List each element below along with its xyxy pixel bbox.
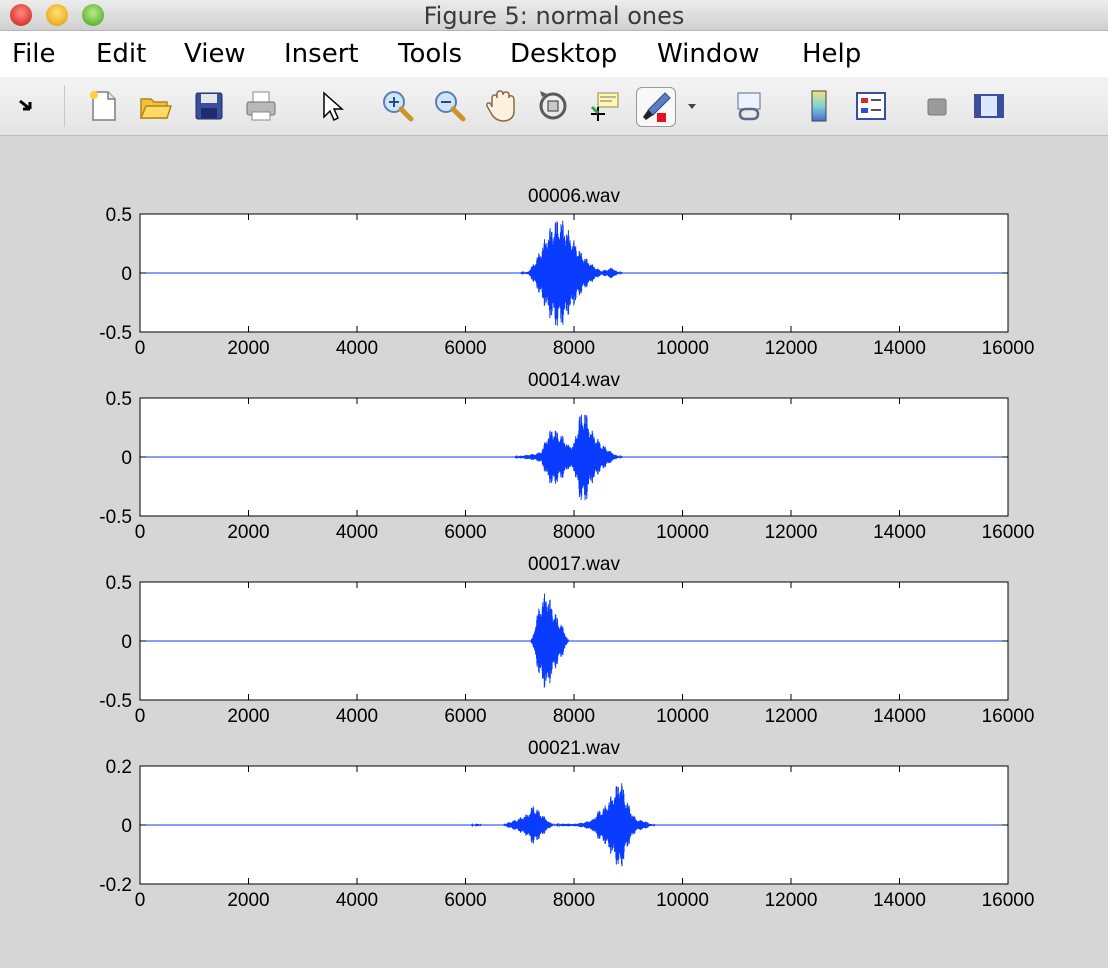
x-tick-label: 14000 [873, 890, 926, 911]
link-plot-icon[interactable] [730, 87, 768, 125]
x-tick-label: 4000 [336, 890, 378, 911]
brush-icon[interactable] [636, 87, 676, 127]
y-tick-label: 0 [121, 816, 132, 837]
print-icon[interactable] [242, 87, 280, 125]
colorbar-icon[interactable] [800, 87, 838, 125]
save-icon[interactable] [190, 87, 228, 125]
window-titlebar: Figure 5: normal ones [0, 0, 1108, 31]
x-tick-label: 16000 [982, 706, 1035, 727]
menu-file[interactable]: File [12, 39, 56, 69]
x-tick-label: 16000 [982, 890, 1035, 911]
pan-hand-icon[interactable] [482, 87, 520, 125]
y-tick-label: -0.5 [99, 507, 132, 528]
y-tick-label: -0.5 [99, 323, 132, 344]
x-tick-label: 2000 [227, 706, 269, 727]
dropdown-arrow-icon[interactable] [682, 87, 702, 125]
y-tick-label: 0.5 [106, 573, 132, 594]
x-tick-label: 0 [135, 522, 146, 543]
x-tick-label: 8000 [553, 522, 595, 543]
menu-tools[interactable]: Tools [398, 39, 462, 69]
data-cursor-icon[interactable] [586, 87, 624, 125]
hide-plot-tools-icon[interactable] [918, 87, 956, 125]
x-tick-label: 8000 [553, 890, 595, 911]
x-tick-label: 0 [135, 890, 146, 911]
menu-edit[interactable]: Edit [96, 39, 146, 69]
menu-window[interactable]: Window [657, 39, 760, 69]
y-tick-label: -0.2 [99, 875, 132, 896]
axes-title: 00006.wav [528, 186, 620, 207]
x-tick-label: 0 [135, 706, 146, 727]
x-tick-label: 2000 [227, 890, 269, 911]
x-tick-label: 12000 [765, 338, 818, 359]
menu-insert[interactable]: Insert [284, 39, 359, 69]
x-tick-label: 4000 [336, 706, 378, 727]
y-tick-label: 0 [121, 448, 132, 469]
window-title: Figure 5: normal ones [423, 2, 685, 30]
y-tick-label: 0.2 [106, 757, 132, 778]
x-tick-label: 14000 [873, 706, 926, 727]
zoom-out-icon[interactable] [430, 87, 468, 125]
x-tick-label: 12000 [765, 706, 818, 727]
axes-title: 00021.wav [528, 738, 620, 759]
x-tick-label: 8000 [553, 706, 595, 727]
x-tick-label: 10000 [656, 890, 709, 911]
x-tick-label: 14000 [873, 522, 926, 543]
axes-title: 00017.wav [528, 554, 620, 575]
x-tick-label: 0 [135, 338, 146, 359]
y-tick-label: 0 [121, 632, 132, 653]
figure-canvas: 0 2000 4000 6000 8000 10000 12000 14000 16000 -0.… [99, 186, 1035, 911]
menu-desktop[interactable]: Desktop [510, 39, 617, 69]
legend-icon[interactable] [852, 87, 890, 125]
y-tick-label: 0 [121, 264, 132, 285]
menu-bar: File Edit View Insert Tools Desktop Wind… [0, 31, 1108, 77]
x-tick-label: 2000 [227, 338, 269, 359]
x-tick-label: 16000 [982, 522, 1035, 543]
x-tick-label: 2000 [227, 522, 269, 543]
x-tick-label: 6000 [444, 706, 486, 727]
x-tick-label: 10000 [656, 522, 709, 543]
x-tick-label: 6000 [444, 522, 486, 543]
x-tick-label: 10000 [656, 706, 709, 727]
y-tick-label: -0.5 [99, 691, 132, 712]
x-tick-label: 14000 [873, 338, 926, 359]
zoom-in-icon[interactable] [378, 87, 416, 125]
x-tick-label: 4000 [336, 338, 378, 359]
x-tick-label: 10000 [656, 338, 709, 359]
axes-title: 00014.wav [528, 370, 620, 391]
x-tick-label: 6000 [444, 338, 486, 359]
show-plot-tools-icon[interactable] [970, 87, 1008, 125]
x-tick-label: 16000 [982, 338, 1035, 359]
figure-toolbar [0, 77, 1108, 136]
x-tick-label: 12000 [765, 522, 818, 543]
x-tick-label: 12000 [765, 890, 818, 911]
y-tick-label: 0.5 [106, 205, 132, 226]
new-figure-icon[interactable] [84, 87, 122, 125]
arrow-icon[interactable] [8, 87, 46, 125]
x-tick-label: 4000 [336, 522, 378, 543]
menu-help[interactable]: Help [802, 39, 861, 69]
select-pointer-icon[interactable] [312, 87, 350, 125]
toolbar-separator [64, 85, 65, 127]
menu-view[interactable]: View [184, 39, 246, 69]
y-tick-label: 0.5 [106, 389, 132, 410]
open-file-icon[interactable] [136, 87, 174, 125]
x-tick-label: 8000 [553, 338, 595, 359]
rotate-3d-icon[interactable] [534, 87, 572, 125]
x-tick-label: 6000 [444, 890, 486, 911]
